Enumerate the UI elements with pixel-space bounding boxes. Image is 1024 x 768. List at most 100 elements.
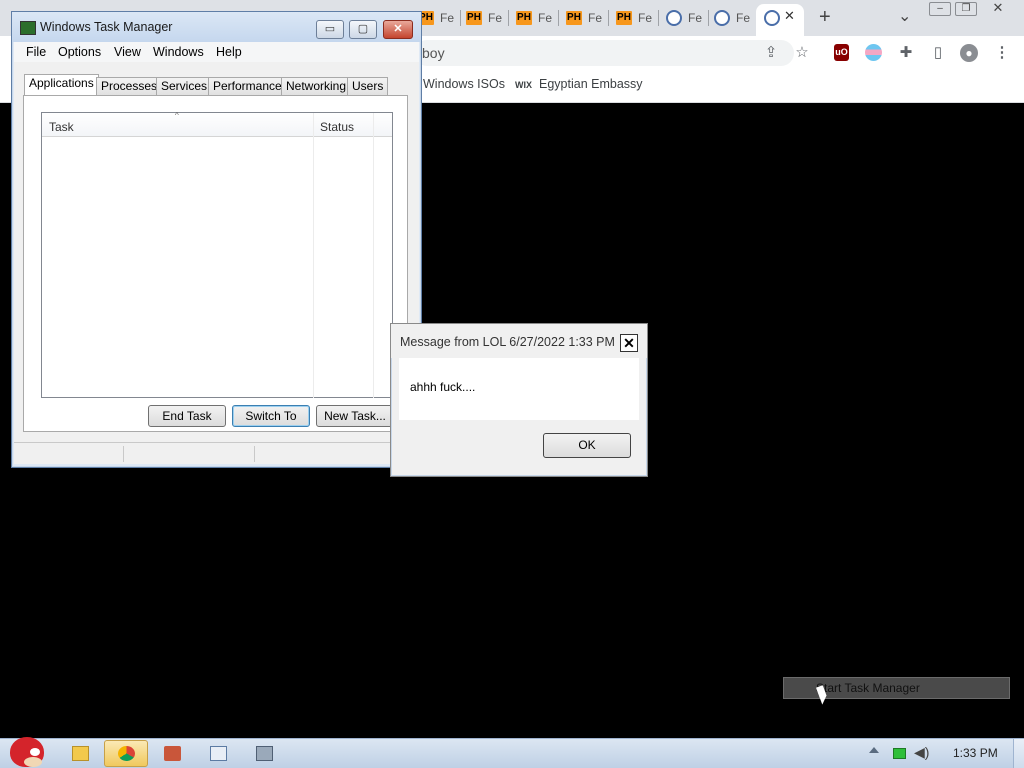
battery-icon[interactable] [893, 748, 906, 759]
column-divider [313, 113, 314, 398]
chrome-icon [118, 746, 135, 761]
angry-bird-orb-icon [10, 737, 44, 767]
profile-avatar-icon[interactable]: ● [960, 44, 978, 62]
tab-separator [608, 10, 609, 26]
start-button[interactable] [4, 733, 48, 768]
ph-icon: PH [516, 11, 532, 25]
tab-close-icon[interactable]: ✕ [784, 8, 795, 24]
window-icon [210, 746, 227, 761]
task-manager-icon [256, 746, 273, 761]
explorer-icon [72, 746, 89, 761]
taskbar-explorer[interactable] [58, 740, 102, 767]
taskbar-window[interactable] [196, 740, 240, 767]
side-panel-icon[interactable]: ▯ [929, 44, 947, 62]
menu-bar: File Options View Windows Help [14, 42, 419, 62]
bookmark-windows-isos[interactable]: Windows ISOs [423, 77, 505, 91]
status-bar [14, 442, 419, 464]
task-list[interactable]: ^ Task Status [41, 111, 393, 398]
volume-icon[interactable]: ◀) [914, 744, 929, 761]
column-task[interactable]: Task [49, 120, 74, 134]
taskbar-task-manager[interactable] [242, 740, 286, 767]
tab-applications[interactable]: Applications [24, 74, 99, 96]
tab-processes[interactable]: Processes [96, 77, 163, 95]
ph-icon: PH [566, 11, 582, 25]
show-desktop-button[interactable] [1013, 739, 1024, 768]
task-manager-title: Windows Task Manager [40, 20, 173, 34]
extensions-puzzle-icon[interactable]: ✚ [897, 44, 915, 62]
ph-icon: PH [616, 11, 632, 25]
status-processes [14, 446, 124, 462]
message-text: ahhh fuck.... [410, 380, 476, 394]
maximize-button[interactable]: ▢ [349, 20, 377, 39]
tab-separator [460, 10, 461, 26]
bookmark-egyptian-embassy[interactable]: Egyptian Embassy [539, 77, 643, 91]
sort-arrow-icon: ^ [175, 111, 179, 120]
status-cpu [124, 446, 255, 462]
tab-separator [558, 10, 559, 26]
ok-button[interactable]: OK [543, 433, 631, 458]
ublock-icon[interactable]: uO [834, 44, 849, 61]
tab-title: Fe [688, 11, 703, 25]
applications-panel: ^ Task Status End Task Switch To New Tas… [23, 95, 408, 432]
tab-title: Fe [538, 11, 553, 25]
message-close-button[interactable]: ✕ [620, 334, 638, 352]
tab-title: Fe [588, 11, 603, 25]
browser-tab[interactable]: PH Fe [418, 6, 454, 30]
message-titlebar[interactable]: Message from LOL 6/27/2022 1:33 PM ✕ [391, 324, 647, 358]
tab-title: Fe [638, 11, 653, 25]
browser-tab[interactable]: PH Fe [466, 6, 502, 30]
browser-tab-active[interactable]: ✕ [756, 4, 804, 36]
share-icon[interactable]: ⇪ [762, 44, 780, 62]
browser-tab[interactable]: Fe [714, 6, 750, 30]
extension-flag-icon[interactable] [865, 44, 882, 61]
pr-icon [764, 10, 780, 26]
browser-restore-button[interactable]: ❐ [955, 2, 977, 16]
ph-icon: PH [466, 11, 482, 25]
wix-icon: WIX [515, 80, 532, 90]
menu-windows[interactable]: Windows [153, 45, 204, 59]
column-status[interactable]: Status [320, 120, 354, 134]
address-bar[interactable]: boy [414, 40, 794, 66]
end-task-button[interactable]: End Task [148, 405, 226, 427]
tab-search-button[interactable]: ⌄ [898, 6, 911, 26]
minimize-button[interactable]: ▭ [316, 20, 344, 39]
tab-title: Fe [736, 11, 751, 25]
tab-services[interactable]: Services [156, 77, 213, 95]
bird-belly [24, 757, 42, 767]
address-text: boy [422, 45, 445, 61]
taskbar-app[interactable] [150, 740, 194, 767]
new-task-button[interactable]: New Task... [316, 405, 394, 427]
tab-users[interactable]: Users [347, 77, 389, 95]
menu-kebab-icon[interactable]: ⋮ [993, 44, 1011, 62]
column-divider [373, 113, 374, 398]
tab-title: Fe [440, 11, 455, 25]
menu-options[interactable]: Options [58, 45, 101, 59]
close-button[interactable]: ✕ [383, 20, 413, 39]
task-manager-client: Applications Processes Services Performa… [14, 62, 419, 442]
menu-file[interactable]: File [26, 45, 46, 59]
tab-title: Fe [488, 11, 503, 25]
tab-networking[interactable]: Networking [281, 77, 352, 95]
message-title: Message from LOL 6/27/2022 1:33 PM [400, 335, 615, 349]
taskbar-chrome[interactable] [104, 740, 148, 767]
pr-icon [666, 10, 682, 26]
tab-separator [658, 10, 659, 26]
tab-separator [708, 10, 709, 26]
browser-close-button[interactable]: ✕ [987, 1, 1009, 16]
message-dialog: Message from LOL 6/27/2022 1:33 PM ✕ ahh… [390, 323, 648, 477]
taskbar-clock[interactable]: 1:33 PM [953, 746, 998, 760]
menu-view[interactable]: View [114, 45, 141, 59]
menu-help[interactable]: Help [216, 45, 242, 59]
browser-tab[interactable]: PH Fe [566, 6, 602, 30]
new-tab-button[interactable]: + [819, 6, 831, 29]
browser-tab[interactable]: Fe [666, 6, 702, 30]
browser-tab[interactable]: PH Fe [516, 6, 552, 30]
tab-performance[interactable]: Performance [208, 77, 287, 95]
tab-separator [508, 10, 509, 26]
switch-to-button[interactable]: Switch To [232, 405, 310, 427]
browser-tab[interactable]: PH Fe [616, 6, 652, 30]
bookmark-star-icon[interactable]: ☆ [793, 44, 811, 62]
task-manager-titlebar[interactable]: Windows Task Manager ▭ ▢ ✕ [12, 12, 421, 42]
tray-expand-icon[interactable] [869, 747, 879, 753]
browser-minimize-button[interactable]: – [929, 2, 951, 16]
